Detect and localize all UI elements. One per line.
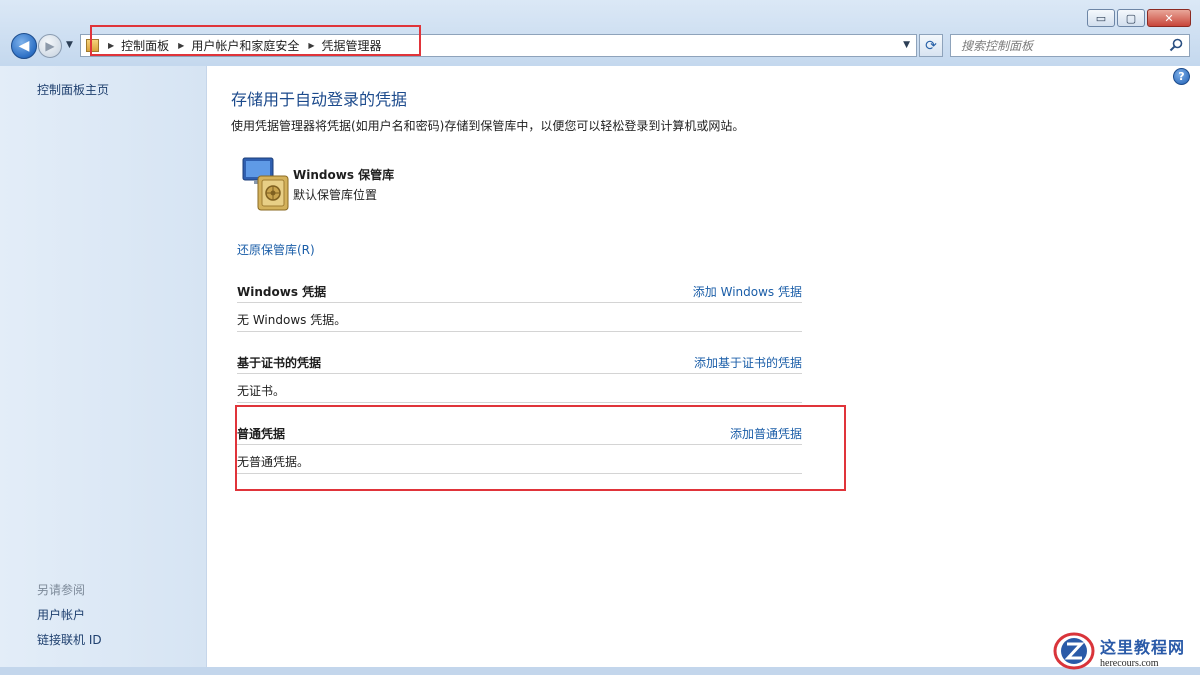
restore-vault-link[interactable]: 还原保管库(R) [237,241,315,258]
address-dropdown-icon[interactable]: ▼ [903,40,910,50]
minimize-button[interactable]: ▭ [1087,9,1115,27]
section-empty-text: 无普通凭据。 [237,455,310,469]
breadcrumb: ▶ 控制面板 ▶ 用户帐户和家庭安全 ▶ 凭据管理器 [99,37,382,54]
windows-credentials-section: Windows 凭据 添加 Windows 凭据 无 Windows 凭据。 [237,274,802,332]
section-title: Windows 凭据 [237,285,327,299]
maximize-button[interactable]: ▢ [1117,9,1145,27]
search-box [950,34,1190,57]
breadcrumb-user-accounts[interactable]: 用户帐户和家庭安全 [191,37,299,54]
forward-button[interactable]: ▶ [38,34,62,58]
section-title: 基于证书的凭据 [237,356,322,370]
add-windows-credential-link[interactable]: 添加 Windows 凭据 [693,283,802,300]
refresh-icon: ⟳ [925,37,937,54]
windows-vault: Windows 保管库 默认保管库位置 [241,156,394,212]
watermark-title: 这里教程网 [1100,637,1186,657]
close-button[interactable]: ✕ [1147,9,1191,27]
add-generic-credential-link[interactable]: 添加普通凭据 [730,425,802,442]
breadcrumb-separator-icon[interactable]: ▶ [178,41,184,50]
title-bar: ▭ ▢ ✕ ◀ ▶ ▼ ▶ 控制面板 ▶ 用户帐户和家庭安全 ▶ 凭据管理器 ▼… [0,0,1200,66]
sidebar-link-online-id-link[interactable]: 链接联机 ID [37,631,102,648]
section-empty-text: 无 Windows 凭据。 [237,313,347,327]
sidebar-see-also-label: 另请参阅 [37,583,86,597]
watermark-logo-icon [1053,632,1095,670]
recent-pages-dropdown[interactable]: ▼ [66,40,73,50]
search-input[interactable] [959,35,1168,56]
refresh-button[interactable]: ⟳ [919,34,943,57]
section-empty-text: 无证书。 [237,384,286,398]
watermark: 这里教程网 herecours.com [1052,630,1198,672]
page-title: 存储用于自动登录的凭据 [231,90,408,109]
sidebar-control-panel-home-link[interactable]: 控制面板主页 [37,81,109,98]
section-title: 普通凭据 [237,427,286,441]
search-icon[interactable] [1169,38,1183,52]
breadcrumb-control-panel[interactable]: 控制面板 [121,37,169,54]
generic-credentials-section: 普通凭据 添加普通凭据 无普通凭据。 [237,416,802,474]
breadcrumb-separator-icon[interactable]: ▶ [108,41,114,50]
vault-icon [242,157,289,211]
watermark-url: herecours.com [1100,657,1159,669]
page-description: 使用凭据管理器将凭据(如用户名和密码)存储到保管库中，以便您可以轻松登录到计算机… [231,119,745,133]
breadcrumb-separator-icon[interactable]: ▶ [308,41,314,50]
back-button[interactable]: ◀ [11,33,37,59]
address-bar[interactable]: ▶ 控制面板 ▶ 用户帐户和家庭安全 ▶ 凭据管理器 ▼ [80,34,917,57]
vault-name: Windows 保管库 [293,168,395,182]
window-controls: ▭ ▢ ✕ [1087,9,1191,27]
arrow-left-icon: ◀ [18,38,30,54]
arrow-right-icon: ▶ [45,39,55,53]
vault-subtitle: 默认保管库位置 [293,188,378,202]
help-icon[interactable]: ? [1173,68,1190,85]
certificate-credentials-section: 基于证书的凭据 添加基于证书的凭据 无证书。 [237,345,802,403]
window-bottom-border [0,667,1200,675]
main-content: ? 存储用于自动登录的凭据 使用凭据管理器将凭据(如用户名和密码)存储到保管库中… [207,66,1200,667]
add-certificate-credential-link[interactable]: 添加基于证书的凭据 [694,354,802,371]
breadcrumb-credential-manager[interactable]: 凭据管理器 [322,37,382,54]
sidebar-user-accounts-link[interactable]: 用户帐户 [37,606,85,623]
sidebar: 控制面板主页 另请参阅 用户帐户 链接联机 ID [0,66,207,667]
control-panel-icon [86,39,99,52]
